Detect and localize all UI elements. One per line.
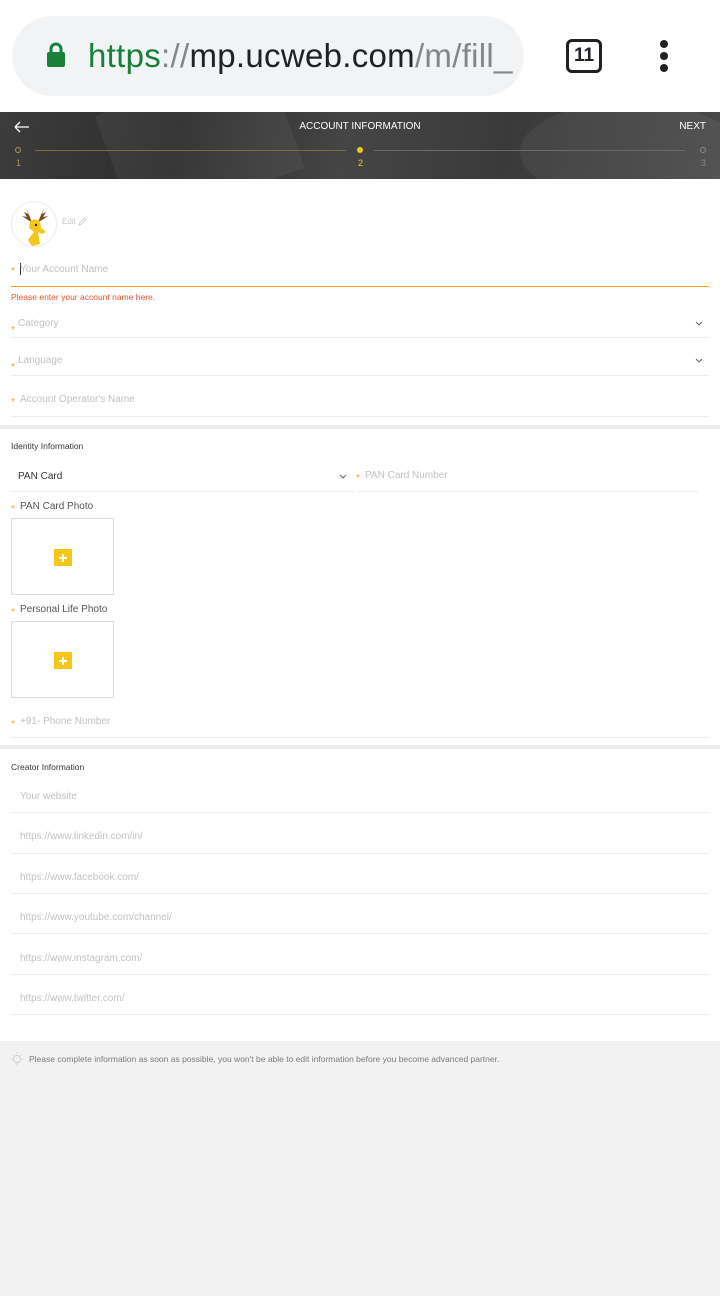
step-number-2: 2	[358, 158, 364, 168]
page-header: ACCOUNT INFORMATION NEXT 1 2 3	[0, 112, 720, 179]
category-select[interactable]: Category	[18, 318, 59, 329]
progress-line-2	[374, 150, 685, 151]
step-number-1: 1	[16, 158, 22, 168]
creator-section-title: Creator Information	[11, 762, 85, 772]
chevron-down-icon[interactable]	[695, 321, 703, 327]
page-title: ACCOUNT INFORMATION	[299, 121, 421, 132]
next-button[interactable]: NEXT	[679, 120, 706, 134]
more-vert-icon[interactable]	[652, 38, 676, 74]
required-star: *	[356, 473, 360, 484]
account-name-input[interactable]: Your Account Name	[20, 264, 108, 275]
address-bar[interactable]: https://mp.ucweb.com/m/fill_	[12, 16, 524, 96]
identity-section-title: Identity Information	[11, 441, 84, 451]
notice-banner: Please complete information as soon as p…	[0, 1041, 720, 1077]
account-info-section: Edit * Your Account Name Please enter yo…	[0, 179, 720, 425]
required-star: *	[11, 719, 15, 730]
pencil-icon	[78, 217, 87, 227]
operator-name-input[interactable]: Account Operator's Name	[20, 394, 135, 405]
phone-input[interactable]: +91- Phone Number	[20, 716, 110, 727]
required-star: *	[11, 504, 15, 515]
url-text: https://mp.ucweb.com/m/fill_	[88, 36, 513, 76]
avatar[interactable]	[11, 201, 57, 247]
tab-switcher-icon[interactable]: 11	[566, 39, 602, 73]
step-dot-2	[357, 147, 363, 153]
life-photo-upload[interactable]	[11, 621, 114, 698]
edit-label: Edit	[62, 217, 76, 226]
chevron-down-icon[interactable]	[695, 358, 703, 364]
required-star: *	[11, 266, 15, 277]
required-star: *	[11, 362, 15, 373]
youtube-input[interactable]: https://www.youtube.com/channel/	[20, 912, 172, 923]
url-scheme: https	[88, 37, 162, 74]
facebook-input[interactable]: https://www.facebook.com/	[20, 872, 139, 883]
step-dot-1	[15, 147, 21, 153]
progress-line-1	[35, 150, 346, 151]
required-star: *	[11, 607, 15, 618]
id-type-select[interactable]: PAN Card	[18, 471, 62, 482]
website-input[interactable]: Your website	[20, 791, 77, 802]
browser-toolbar: https://mp.ucweb.com/m/fill_ 11	[0, 0, 720, 112]
instagram-input[interactable]: https://www.instagram.com/	[20, 953, 142, 964]
pan-number-input[interactable]: PAN Card Number	[365, 470, 448, 481]
step-dot-3	[700, 147, 706, 153]
add-icon	[54, 549, 72, 566]
life-photo-label: Personal Life Photo	[20, 604, 108, 615]
url-separator: ://	[161, 37, 190, 74]
add-icon	[54, 652, 72, 669]
lightbulb-icon	[11, 1052, 23, 1066]
account-name-underline	[11, 286, 709, 287]
identity-info-section: Identity Information PAN Card * PAN Card…	[0, 429, 720, 745]
required-star: *	[11, 325, 15, 336]
step-number-3: 3	[701, 158, 707, 168]
chevron-down-icon[interactable]	[339, 474, 347, 480]
deer-logo-icon	[22, 208, 48, 246]
language-select[interactable]: Language	[18, 355, 63, 366]
account-name-error: Please enter your account name here.	[11, 292, 156, 302]
url-path: /m/fill_	[414, 37, 513, 74]
creator-info-section: Creator Information Your website https:/…	[0, 749, 720, 1041]
lock-icon	[47, 42, 65, 67]
edit-avatar-link[interactable]: Edit	[62, 217, 87, 227]
url-host: mp.ucweb.com	[189, 37, 415, 74]
linkedin-input[interactable]: https://www.linkedin.com/in/	[20, 831, 143, 842]
pan-photo-label: PAN Card Photo	[20, 501, 94, 512]
required-star: *	[11, 397, 15, 408]
notice-text: Please complete information as soon as p…	[29, 1054, 500, 1064]
twitter-input[interactable]: https://www.twitter.com/	[20, 993, 124, 1004]
pan-photo-upload[interactable]	[11, 518, 114, 595]
